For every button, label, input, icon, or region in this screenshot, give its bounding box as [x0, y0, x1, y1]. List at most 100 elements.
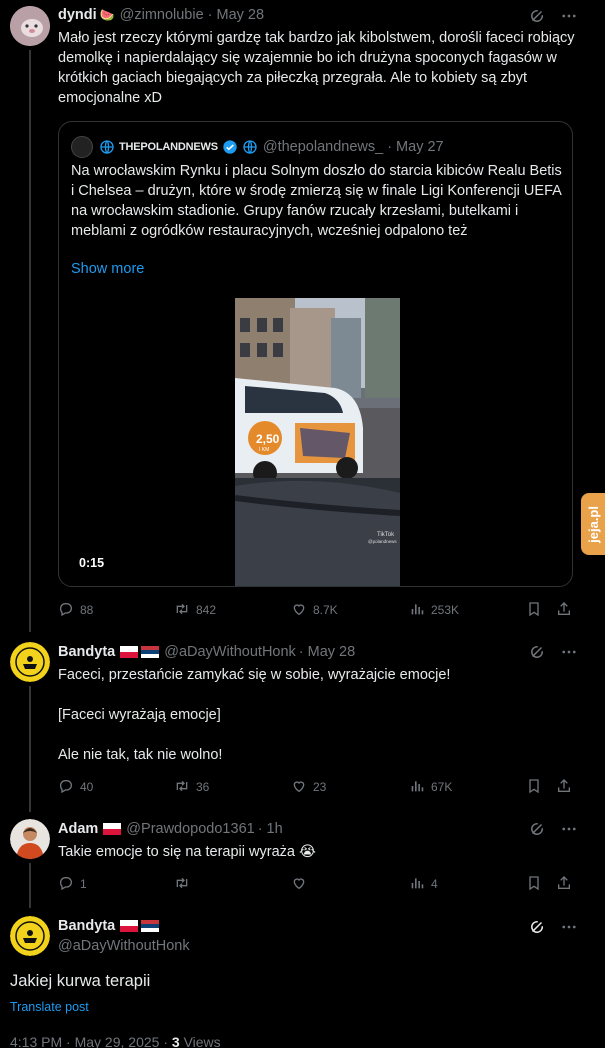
- like-button[interactable]: 23: [291, 778, 326, 797]
- bookmark-button[interactable]: [526, 601, 542, 620]
- post-text: Mało jest rzeczy którymi gardzę tak bard…: [58, 30, 575, 106]
- heart-icon: [291, 778, 307, 797]
- avatar[interactable]: [10, 916, 50, 956]
- views-label: Views: [183, 1034, 221, 1048]
- post-text-line-2: [Faceci wyrażają emocje]: [58, 707, 221, 723]
- quoted-post[interactable]: THEPOLANDNEWS @thepolandnews_ · May 27 N…: [58, 121, 573, 587]
- reply-icon: [58, 875, 74, 894]
- repost-icon: [174, 601, 190, 620]
- reply-count: 1: [80, 877, 87, 891]
- bookmark-button[interactable]: [526, 875, 542, 894]
- jeja-side-tab[interactable]: jeja.pl: [581, 493, 605, 555]
- reply-button[interactable]: 40: [58, 778, 93, 797]
- share-icon: [556, 778, 572, 797]
- share-button[interactable]: [556, 875, 572, 894]
- bookmark-icon: [526, 778, 542, 797]
- reply-icon: [58, 778, 74, 797]
- globe-icon: [99, 139, 115, 155]
- repost-button[interactable]: 36: [174, 778, 209, 797]
- translate-post-link[interactable]: Translate post: [10, 1000, 89, 1014]
- author-name[interactable]: Adam: [58, 821, 98, 837]
- author-name[interactable]: Bandyta: [58, 644, 115, 660]
- bookmark-icon: [526, 875, 542, 894]
- more-icon[interactable]: [560, 820, 578, 843]
- main-post-text: Jakiej kurwa terapii: [10, 972, 151, 990]
- post-dyndi[interactable]: dyndi 🍉 @zimnolubie · May 28 Mało jest r…: [0, 0, 605, 632]
- grok-icon[interactable]: [528, 918, 546, 941]
- dot-separator: ·: [257, 821, 263, 837]
- dot-separator: ·: [66, 1034, 71, 1048]
- reply-count: 88: [80, 603, 94, 617]
- tiktok-label: TikTok: [377, 532, 395, 538]
- author-name[interactable]: dyndi: [58, 7, 97, 23]
- thread-line: [29, 50, 31, 632]
- poland-flag-icon: [120, 920, 139, 932]
- poland-flag-icon: [103, 823, 122, 835]
- grok-icon[interactable]: [528, 7, 546, 30]
- author-handle[interactable]: @aDayWithoutHonk: [164, 644, 296, 660]
- repost-count: 842: [196, 603, 217, 617]
- post-meta: 4:13 PM · May 29, 2025 · 3 Views: [10, 1034, 221, 1048]
- show-more-link[interactable]: Show more: [71, 261, 144, 277]
- author-handle[interactable]: @aDayWithoutHonk: [58, 938, 190, 954]
- tiktok-user: @polandnews: [368, 539, 397, 544]
- video-thumbnail[interactable]: 2,50 I KM TikTok @polandnews: [235, 298, 400, 586]
- share-button[interactable]: [556, 601, 572, 620]
- heart-icon: [291, 601, 307, 620]
- repost-count: 36: [196, 780, 210, 794]
- like-button[interactable]: [291, 875, 313, 894]
- more-icon[interactable]: [560, 7, 578, 30]
- post-full-date[interactable]: May 29, 2025: [75, 1034, 160, 1048]
- views-button[interactable]: 67K: [409, 778, 452, 797]
- share-icon: [556, 875, 572, 894]
- more-icon[interactable]: [560, 643, 578, 666]
- post-bandyta[interactable]: Bandyta @aDayWithoutHonk · May 28 Faceci…: [0, 632, 605, 812]
- quote-author-name[interactable]: THEPOLANDNEWS: [119, 141, 218, 153]
- reply-icon: [58, 601, 74, 620]
- reply-button[interactable]: 1: [58, 875, 87, 894]
- views-count: 253K: [431, 603, 460, 617]
- quote-date[interactable]: May 27: [396, 139, 444, 155]
- jeja-tab-label: jeja.pl: [585, 505, 601, 543]
- views-count: 3: [171, 1034, 180, 1048]
- avatar[interactable]: [10, 6, 50, 46]
- views-icon: [409, 601, 425, 620]
- views-icon: [409, 778, 425, 797]
- author-handle[interactable]: @Prawdopodo1361: [126, 821, 254, 837]
- repost-button[interactable]: 842: [174, 601, 216, 620]
- serbia-flag-icon: [141, 646, 160, 658]
- repost-button[interactable]: [174, 875, 196, 894]
- grok-icon[interactable]: [528, 820, 546, 843]
- views-button[interactable]: 253K: [409, 601, 459, 620]
- bookmark-button[interactable]: [526, 778, 542, 797]
- post-date[interactable]: May 28: [308, 644, 356, 660]
- grok-icon[interactable]: [528, 643, 546, 666]
- quote-handle[interactable]: @thepolandnews_: [263, 139, 383, 155]
- post-date[interactable]: May 28: [217, 7, 265, 23]
- views-button[interactable]: 4: [409, 875, 438, 894]
- views-count: 67K: [431, 780, 453, 794]
- thread-line: [29, 686, 31, 812]
- post-text: Takie emocje to się na terapii wyraża: [58, 844, 295, 860]
- more-icon[interactable]: [560, 918, 578, 941]
- repost-icon: [174, 875, 190, 894]
- author-handle[interactable]: @zimnolubie: [120, 7, 204, 23]
- post-date[interactable]: 1h: [267, 821, 283, 837]
- reply-button[interactable]: 88: [58, 601, 93, 620]
- thread-line: [29, 863, 31, 908]
- author-name[interactable]: Bandyta: [58, 918, 115, 934]
- like-button[interactable]: 8.7K: [291, 601, 338, 620]
- avatar[interactable]: [10, 642, 50, 682]
- avatar[interactable]: [10, 819, 50, 859]
- heart-icon: [291, 875, 307, 894]
- share-icon: [556, 601, 572, 620]
- poland-flag-icon: [120, 646, 139, 658]
- quote-avatar[interactable]: [71, 136, 93, 158]
- share-button[interactable]: [556, 778, 572, 797]
- dot-separator: ·: [298, 644, 304, 660]
- post-text-line-3: Ale nie tak, tak nie wolno!: [58, 747, 223, 763]
- car-unit: I KM: [259, 447, 269, 453]
- quote-text: Na wrocławskim Rynku i placu Solnym dosz…: [71, 163, 562, 239]
- post-adam[interactable]: Adam @Prawdopodo1361 · 1h Takie emocje t…: [0, 812, 605, 908]
- post-time[interactable]: 4:13 PM: [10, 1034, 62, 1048]
